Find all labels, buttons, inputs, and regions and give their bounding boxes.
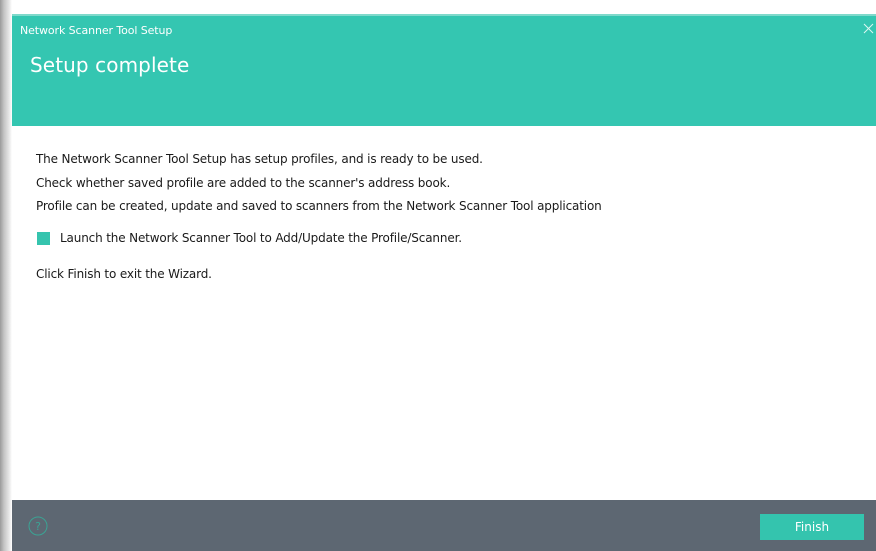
launch-checkbox[interactable] <box>37 231 50 245</box>
window-title: Network Scanner Tool Setup <box>20 24 173 37</box>
close-icon[interactable] <box>862 20 874 34</box>
window-shadow <box>0 0 12 551</box>
info-text-ready: The Network Scanner Tool Setup has setup… <box>36 152 483 166</box>
wizard-content: The Network Scanner Tool Setup has setup… <box>12 126 876 500</box>
finish-hint-text: Click Finish to exit the Wizard. <box>36 267 212 281</box>
setup-wizard-window: Network Scanner Tool Setup Setup complet… <box>0 0 876 551</box>
info-text-check: Check whether saved profile are added to… <box>36 176 451 190</box>
finish-button[interactable]: Finish <box>760 514 864 540</box>
help-icon[interactable]: ? <box>28 516 48 536</box>
page-title: Setup complete <box>30 53 190 77</box>
wizard-footer: ? Finish <box>12 500 876 551</box>
svg-text:?: ? <box>35 520 41 533</box>
launch-option-label: Launch the Network Scanner Tool to Add/U… <box>60 231 462 245</box>
info-text-profile: Profile can be created, update and saved… <box>36 199 602 213</box>
launch-option[interactable]: Launch the Network Scanner Tool to Add/U… <box>37 231 462 245</box>
wizard-header: Network Scanner Tool Setup Setup complet… <box>12 16 876 126</box>
